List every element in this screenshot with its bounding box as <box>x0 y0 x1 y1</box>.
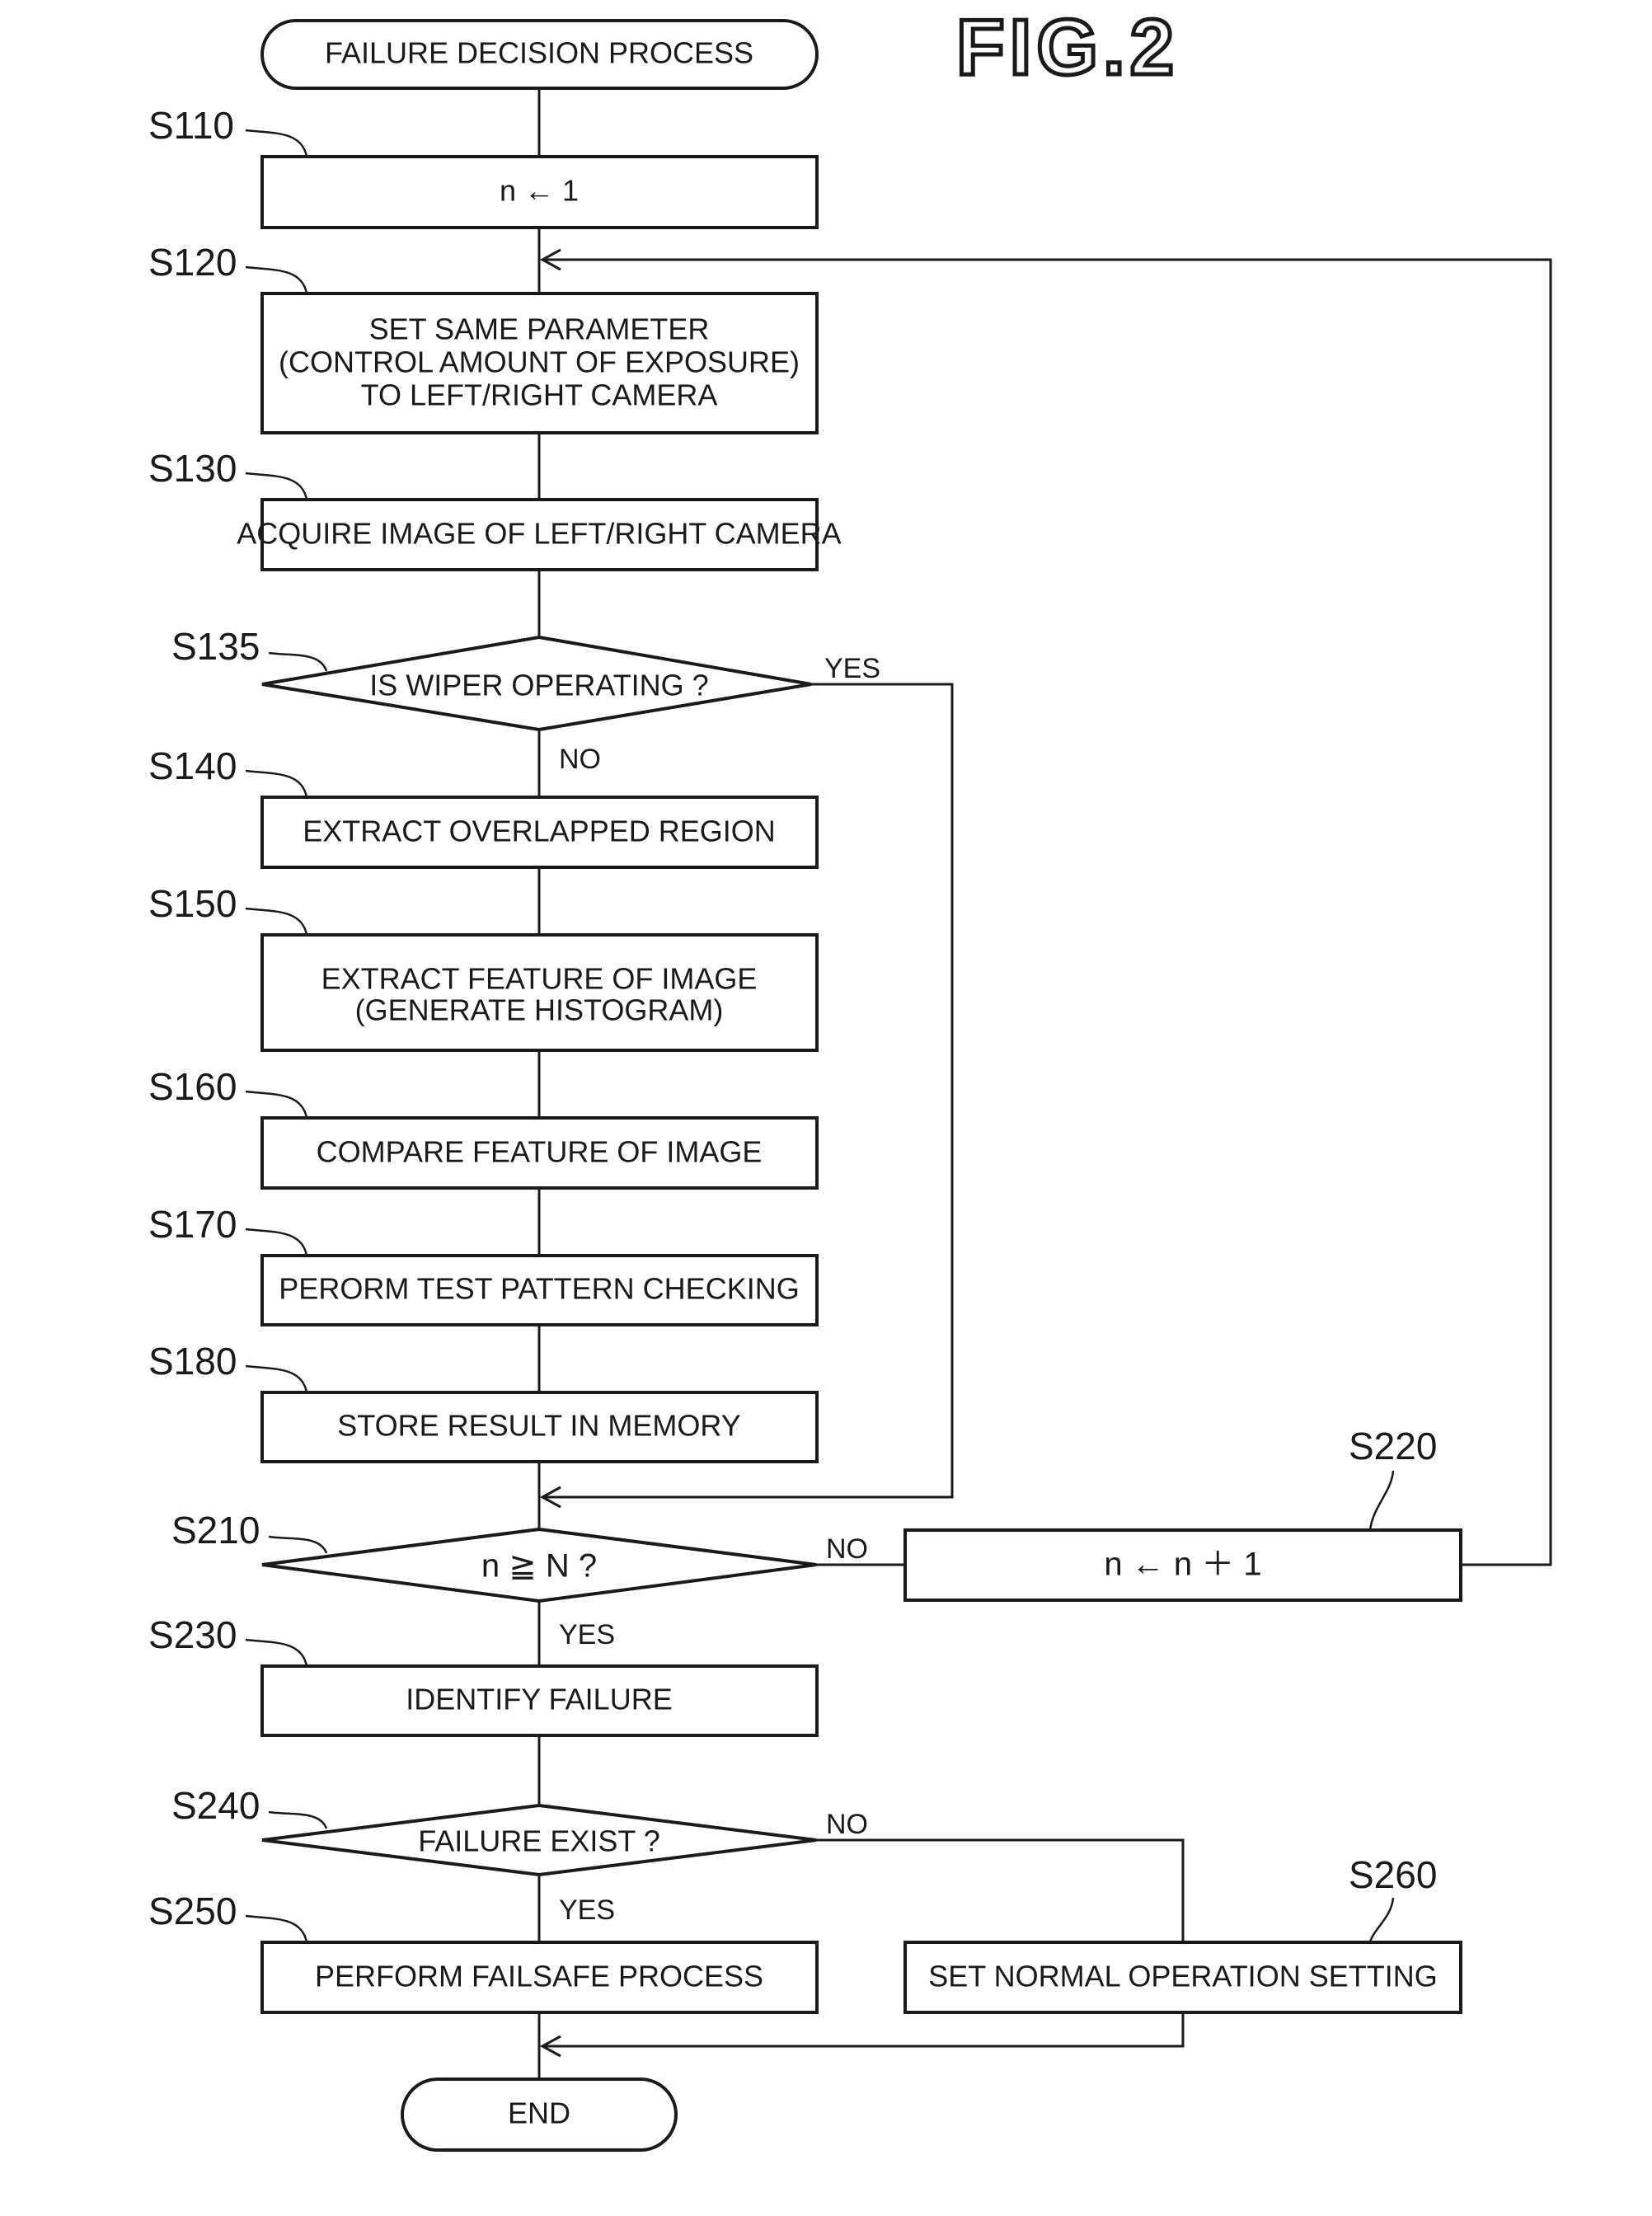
step-s110-label: S110 <box>148 104 234 147</box>
leader-line <box>268 651 328 672</box>
flowchart: FIG.2 FAILURE DECISION PROCESS n ← 1 S11… <box>148 2 1552 2152</box>
step-s180: STORE RESULT IN MEMORY S180 <box>148 1340 819 1463</box>
decision-s240: FAILURE EXIST ? S240 NO YES <box>171 1784 868 1926</box>
decision-s210-yes-label: YES <box>559 1619 615 1650</box>
step-s120-text-line1: SET SAME PARAMETER <box>369 312 710 346</box>
step-s140: EXTRACT OVERLAPPED REGION S140 <box>148 744 819 869</box>
leader-line <box>268 1535 328 1554</box>
step-s120: SET SAME PARAMETER (CONTROL AMOUNT OF EX… <box>148 241 819 434</box>
leader-line <box>245 1914 308 1943</box>
step-s120-text-line2: (CONTROL AMOUNT OF EXPOSURE) <box>279 345 800 379</box>
step-s250-label: S250 <box>148 1890 237 1932</box>
step-s180-label: S180 <box>148 1340 237 1383</box>
decision-s210-text: n ≧ N ? <box>481 1548 597 1585</box>
step-s220-label: S220 <box>1349 1425 1437 1467</box>
decision-s210: n ≧ N ? S210 NO YES <box>171 1509 868 1650</box>
decision-s135-no-label: NO <box>559 744 601 775</box>
step-s180-text: STORE RESULT IN MEMORY <box>337 1409 740 1443</box>
step-s140-label: S140 <box>148 744 237 787</box>
end-label: END <box>508 2096 570 2130</box>
leader-line <box>1368 1470 1395 1531</box>
step-s110-text: n ← 1 <box>500 174 579 208</box>
leader-line <box>245 265 308 294</box>
step-s130-text: ACQUIRE IMAGE OF LEFT/RIGHT CAMERA <box>237 517 841 551</box>
step-s120-text-line3: TO LEFT/RIGHT CAMERA <box>361 378 718 412</box>
step-s130: ACQUIRE IMAGE OF LEFT/RIGHT CAMERA S130 <box>148 447 842 571</box>
step-s220: n ← n ＋ 1 S220 <box>903 1425 1462 1602</box>
end-terminal: END <box>401 2078 678 2152</box>
step-s150-text-line2: (GENERATE HISTOGRAM) <box>355 993 724 1027</box>
step-s160: COMPARE FEATURE OF IMAGE S160 <box>148 1065 819 1190</box>
step-s130-label: S130 <box>148 447 237 490</box>
leader-line <box>245 1090 308 1119</box>
leader-line <box>268 1810 328 1829</box>
leader-line <box>245 1228 308 1256</box>
decision-s135-label: S135 <box>171 625 260 668</box>
decision-s135-yes-label: YES <box>824 653 880 684</box>
step-s170: PERORM TEST PATTERN CHECKING S170 <box>148 1203 819 1326</box>
step-s120-label: S120 <box>148 241 237 284</box>
decision-s135-text: IS WIPER OPERATING ? <box>369 669 708 702</box>
step-s170-text: PERORM TEST PATTERN CHECKING <box>279 1272 799 1306</box>
connector-s240-no-s260 <box>816 1838 1185 1942</box>
step-s260-label: S260 <box>1349 1853 1437 1896</box>
step-s160-label: S160 <box>148 1065 237 1108</box>
step-s230-label: S230 <box>148 1613 237 1656</box>
leader-line <box>245 907 308 936</box>
decision-s210-label: S210 <box>171 1509 260 1552</box>
step-s250-text: PERFORM FAILSAFE PROCESS <box>315 1960 763 1993</box>
step-s250: PERFORM FAILSAFE PROCESS S250 <box>148 1890 819 2014</box>
step-s230: IDENTIFY FAILURE S230 <box>148 1613 819 1737</box>
connector-s220-loop-s120 <box>544 258 1552 1566</box>
leader-line <box>245 1364 308 1393</box>
decision-s240-text: FAILURE EXIST ? <box>418 1824 659 1858</box>
step-s260-text: SET NORMAL OPERATION SETTING <box>928 1960 1437 1993</box>
decision-s240-no-label: NO <box>826 1809 868 1840</box>
step-s150-text-line1: EXTRACT FEATURE OF IMAGE <box>321 962 758 996</box>
step-s150: EXTRACT FEATURE OF IMAGE (GENERATE HISTO… <box>148 882 819 1052</box>
start-terminal: FAILURE DECISION PROCESS <box>260 19 819 90</box>
step-s140-text: EXTRACT OVERLAPPED REGION <box>303 815 775 848</box>
step-s170-label: S170 <box>148 1203 237 1246</box>
step-s230-text: IDENTIFY FAILURE <box>406 1683 672 1716</box>
leader-line <box>1368 1897 1395 1943</box>
connector-s260-merge <box>544 2012 1185 2048</box>
leader-line <box>245 472 308 500</box>
decision-s135: IS WIPER OPERATING ? S135 YES NO <box>171 625 880 775</box>
step-s110: n ← 1 S110 <box>148 104 819 229</box>
decision-s240-yes-label: YES <box>559 1894 615 1926</box>
leader-line <box>245 129 308 157</box>
step-s150-label: S150 <box>148 882 237 925</box>
decision-s210-no-label: NO <box>826 1533 868 1565</box>
step-s160-text: COMPARE FEATURE OF IMAGE <box>317 1135 763 1169</box>
leader-line <box>245 769 308 798</box>
start-label: FAILURE DECISION PROCESS <box>325 36 753 70</box>
step-s220-text: n ← n ＋ 1 <box>1104 1547 1261 1583</box>
decision-s240-label: S240 <box>171 1784 260 1827</box>
leader-line <box>245 1638 308 1667</box>
figure-title: FIG.2 <box>956 3 1179 92</box>
